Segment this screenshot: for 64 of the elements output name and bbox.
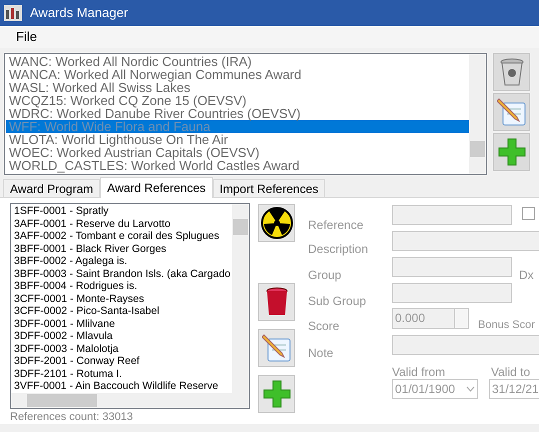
reference-item[interactable]: 3BFF-0001 - Black River Gorges xyxy=(14,242,232,255)
notepad-pencil-icon xyxy=(496,97,526,127)
award-item[interactable]: WASL: Worked All Swiss Lakes xyxy=(6,81,469,94)
radiation-button[interactable] xyxy=(258,204,295,242)
award-item[interactable]: WCQZ15: Worked CQ Zone 15 (OEVSV) xyxy=(6,94,469,107)
reference-item[interactable]: 3CFF-0001 - Monte-Rayses xyxy=(14,292,232,305)
award-item[interactable]: WORLD_CASTLES: Worked World Castles Award xyxy=(6,159,469,172)
add-button[interactable] xyxy=(493,133,530,171)
references-count: References count: 33013 xyxy=(10,411,134,424)
reference-item[interactable]: 3DFF-0003 - Malolotja xyxy=(14,342,232,355)
add-reference-button[interactable] xyxy=(258,375,295,413)
bin-icon xyxy=(266,287,288,317)
scrollbar[interactable] xyxy=(232,204,249,393)
delete-reference-button[interactable] xyxy=(258,283,295,321)
plus-icon xyxy=(262,379,292,409)
reference-item[interactable]: 3BFF-0003 - Saint Brandon Isls. (aka Cargado xyxy=(14,268,232,280)
edit-reference-button[interactable] xyxy=(258,329,295,367)
tab[interactable]: Import References xyxy=(212,179,326,197)
reference-field[interactable] xyxy=(392,205,512,225)
window-title: Awards Manager xyxy=(30,4,128,22)
plus-icon xyxy=(496,137,526,167)
radiation-icon xyxy=(260,207,292,239)
edit-button[interactable] xyxy=(493,93,530,131)
field-label: Dx xyxy=(519,267,534,284)
field-label: Description xyxy=(308,241,368,258)
chevron-down-icon xyxy=(466,386,475,392)
reference-item[interactable]: 3DFF-2001 - Conway Reef xyxy=(14,355,232,368)
description-field[interactable] xyxy=(392,231,539,251)
field-label: Sub Group xyxy=(308,293,366,310)
delete-button[interactable] xyxy=(493,53,530,91)
tab[interactable]: Award References xyxy=(100,177,213,198)
reference-item[interactable]: 3DFF-2101 - Rotuma I. xyxy=(14,368,232,380)
tab[interactable]: Award Program xyxy=(3,179,100,197)
horizontal-scrollbar[interactable] xyxy=(11,393,249,408)
note-field[interactable] xyxy=(392,335,539,355)
menu-item[interactable]: File xyxy=(12,27,41,47)
field-label: Note xyxy=(308,345,334,362)
notepad-pencil-icon xyxy=(262,333,292,363)
reference-item[interactable]: 3VFF-0001 - Ain Baccouch Wildlife Reserve xyxy=(14,380,232,392)
sub-group-field[interactable] xyxy=(392,283,512,303)
award-item[interactable]: WANCA: Worked All Norwegian Communes Award xyxy=(6,68,469,81)
reference-item[interactable]: 3DFF-0002 - Mlavula xyxy=(14,330,232,342)
checkbox[interactable] xyxy=(522,207,535,220)
reference-item[interactable]: 1SFF-0001 - Spratly xyxy=(14,205,232,218)
trash-bin-icon xyxy=(500,58,524,86)
reference-item[interactable]: 3AFF-0002 - Tombant e corail des Splugues xyxy=(14,230,232,242)
reference-item[interactable]: 3CFF-0002 - Pico-Santa-Isabel xyxy=(14,305,232,318)
reference-item[interactable]: 3AFF-0001 - Reserve du Larvotto xyxy=(14,218,232,230)
award-item[interactable]: WDRC: Worked Danube River Countries (OEVSV) xyxy=(6,107,469,120)
reference-item[interactable]: 3BFF-0002 - Agalega is. xyxy=(14,255,232,268)
award-item[interactable]: WLOTA: World Lighthouse On The Air xyxy=(6,133,469,146)
field-label: Valid to xyxy=(491,364,530,381)
field-label: Reference xyxy=(308,217,364,234)
reference-item[interactable]: 3DFF-0001 - Mlilvane xyxy=(14,318,232,330)
field-label: Score xyxy=(308,318,340,335)
award-item[interactable]: WANC: Worked All Nordic Countries (IRA) xyxy=(6,55,469,68)
scrollbar[interactable] xyxy=(469,54,486,174)
field-label: Bonus Scor xyxy=(478,318,535,333)
reference-item[interactable]: 3BFF-0004 - Rodrigues is. xyxy=(14,280,232,292)
app-icon xyxy=(4,5,22,21)
award-item[interactable]: WOEC: Worked Austrian Capitals (OEVSV) xyxy=(6,146,469,159)
field-label: Group xyxy=(308,267,342,284)
field-label: Valid from xyxy=(392,364,446,381)
group-field[interactable] xyxy=(392,257,512,277)
